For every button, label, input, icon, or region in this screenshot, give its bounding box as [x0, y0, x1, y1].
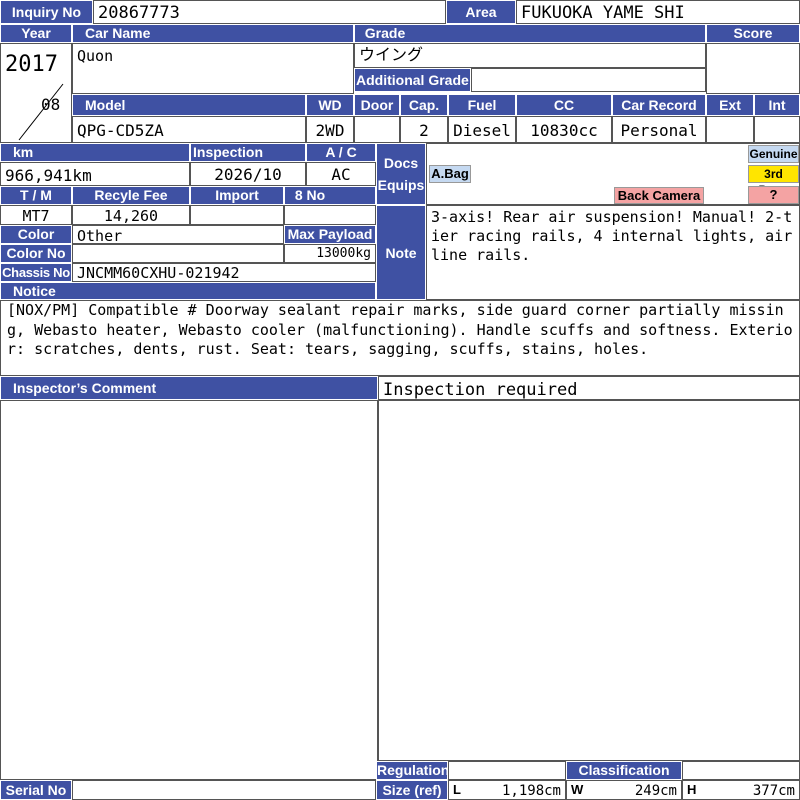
- note-label: Note: [376, 205, 426, 300]
- inquiry-no-label: Inquiry No: [0, 0, 93, 24]
- color-no-value: [72, 244, 284, 263]
- notice-label: Notice: [0, 282, 376, 300]
- chassis-no-value: JNCMM60CXHU-021942: [72, 263, 376, 282]
- inspectors-comment-area: [0, 400, 378, 780]
- int-label: Int: [754, 94, 800, 116]
- area-value: FUKUOKA YAME SHI: [516, 0, 800, 24]
- inspection-result: Inspection required: [378, 376, 800, 400]
- regulation-value: [448, 761, 566, 780]
- ac-label: A / C: [306, 143, 376, 162]
- cc-label: CC: [516, 94, 612, 116]
- size-h-label: H: [687, 782, 697, 797]
- year-label: Year: [0, 24, 72, 43]
- tm-value: MT7: [0, 205, 72, 225]
- size-l-value: 1,198cm: [501, 783, 561, 799]
- eight-no-label: 8 No: [284, 186, 376, 205]
- equips-label: Equips: [377, 177, 425, 193]
- serial-no-label: Serial No: [0, 780, 72, 800]
- wd-value: 2WD: [306, 116, 354, 143]
- model-label: Model: [72, 94, 306, 116]
- size-l-label: L: [453, 782, 461, 797]
- color-label: Color: [0, 225, 72, 244]
- size-ref-label: Size (ref): [376, 780, 448, 800]
- genuine-badge: Genuine: [748, 145, 799, 163]
- classification-label: Classification: [566, 761, 682, 780]
- back-camera-badge: Back Camera: [614, 187, 704, 204]
- third-party-badge: 3rd Party: [748, 165, 799, 197]
- additional-grade-value: [471, 68, 706, 92]
- serial-no-value: [72, 780, 376, 800]
- eight-no-value: [284, 205, 376, 225]
- recycle-fee-label: Recyle Fee: [72, 186, 190, 205]
- door-value: [354, 116, 400, 143]
- import-label: Import: [190, 186, 284, 205]
- cc-value: 10830cc: [516, 116, 612, 143]
- ac-value: AC: [306, 162, 376, 186]
- max-payload-value: 13000kg: [284, 244, 376, 263]
- km-value: 966,941km: [0, 162, 190, 186]
- inspection-label: Inspection: [190, 143, 306, 162]
- inspection-value: 2026/10: [190, 162, 306, 186]
- grade-value: ウイング: [354, 43, 706, 68]
- inquiry-no-value: 20867773: [93, 0, 446, 24]
- km-label: km: [0, 143, 190, 162]
- docs-equips-label: Docs Equips: [376, 143, 426, 205]
- additional-grade-label: Additional Grade: [354, 68, 471, 92]
- size-w-label: W: [571, 782, 584, 797]
- model-value: QPG-CD5ZA: [72, 116, 306, 143]
- car-record-value: Personal: [612, 116, 706, 143]
- auction-sheet: Inquiry No 20867773 Area FUKUOKA YAME SH…: [0, 0, 800, 800]
- docs-label: Docs: [383, 155, 419, 171]
- cap-value: 2: [400, 116, 448, 143]
- color-no-label: Color No: [0, 244, 72, 263]
- year-value: 2017: [5, 52, 58, 77]
- size-h-cell: H 377cm: [682, 780, 800, 800]
- equips-area: [426, 143, 800, 205]
- size-w-cell: W 249cm: [566, 780, 682, 800]
- inspector-notes-area: [378, 400, 800, 761]
- recycle-fee-value: 14,260: [72, 205, 190, 225]
- score-label: Score: [706, 24, 800, 43]
- size-l-cell: L 1,198cm: [448, 780, 566, 800]
- ext-value: [706, 116, 754, 143]
- door-label: Door: [354, 94, 400, 116]
- wd-label: WD: [306, 94, 354, 116]
- abag-badge: A.Bag: [429, 165, 471, 183]
- fuel-label: Fuel: [448, 94, 516, 116]
- area-label: Area: [446, 0, 516, 24]
- chassis-no-label: Chassis No: [0, 263, 72, 282]
- unknown-badge: ?: [748, 186, 799, 204]
- car-name-value: Quon: [72, 43, 354, 94]
- ext-label: Ext: [706, 94, 754, 116]
- cap-label: Cap.: [400, 94, 448, 116]
- import-value: [190, 205, 284, 225]
- tm-label: T / M: [0, 186, 72, 205]
- color-value: Other: [72, 225, 284, 244]
- regulation-label: Regulation: [376, 761, 448, 780]
- year-box: 2017 08: [0, 43, 72, 143]
- size-w-value: 249cm: [634, 783, 677, 799]
- classification-value: [682, 761, 800, 780]
- note-value: 3-axis! Rear air suspension! Manual! 2-t…: [426, 205, 800, 300]
- notice-value: [NOX/PM] Compatible # Doorway sealant re…: [0, 300, 800, 376]
- score-value: [706, 43, 800, 94]
- car-name-label: Car Name: [72, 24, 354, 43]
- max-payload-label: Max Payload: [284, 225, 376, 244]
- size-h-value: 377cm: [752, 783, 795, 799]
- month-value: 08: [41, 95, 61, 114]
- inspectors-comment-label: Inspector’s Comment: [0, 376, 378, 400]
- car-record-label: Car Record: [612, 94, 706, 116]
- int-value: [754, 116, 800, 143]
- grade-label: Grade: [354, 24, 706, 43]
- fuel-value: Diesel: [448, 116, 516, 143]
